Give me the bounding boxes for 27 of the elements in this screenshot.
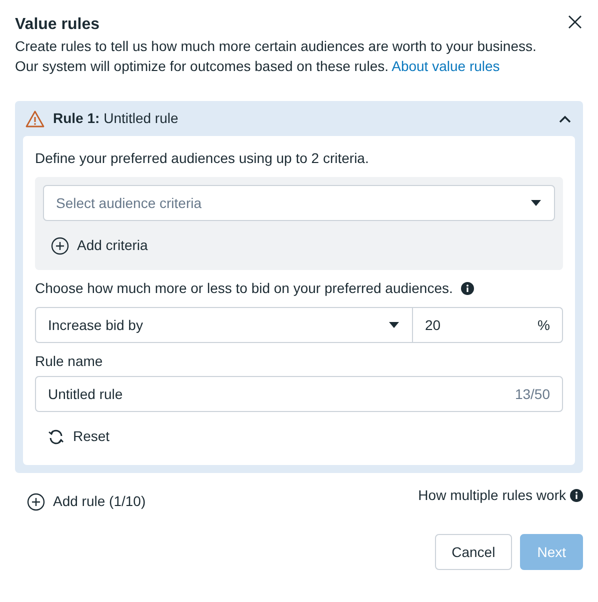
criteria-select[interactable]: Select audience criteria xyxy=(43,185,555,221)
rule-name-input[interactable]: Untitled rule 13/50 xyxy=(35,376,563,412)
criteria-label: Define your preferred audiences using up to 2 criteria. xyxy=(35,149,370,168)
info-icon xyxy=(570,489,583,502)
unit-label: % xyxy=(538,316,550,334)
character-count: 13/50 xyxy=(514,384,550,404)
close-button[interactable] xyxy=(567,14,583,30)
caret-icon xyxy=(388,321,400,329)
info-icon xyxy=(460,282,474,295)
about-link[interactable]: About value rules xyxy=(392,58,500,74)
bid-select[interactable]: Increase bid by xyxy=(35,307,413,343)
add-criteria-button[interactable]: Add criteria xyxy=(47,229,152,262)
bid-input[interactable]: 20 % xyxy=(413,307,563,343)
plus-icon xyxy=(27,492,45,510)
cancel-button[interactable]: Cancel xyxy=(434,534,512,570)
collapse-toggle[interactable] xyxy=(559,114,571,122)
help-link[interactable]: How multiple rules work xyxy=(418,485,566,506)
rule-title: Rule 1: Untitled rule xyxy=(53,109,180,128)
reset-icon xyxy=(47,428,65,446)
caret-icon xyxy=(530,199,542,207)
plus-icon xyxy=(51,236,69,254)
description: Create rules to tell us how much more certain audiences are worth to your business. Our system will optimize for outcomes based on these rules. About value rules xyxy=(15,37,538,76)
add-rule-button[interactable]: Add rule (1/10) xyxy=(23,485,150,518)
rule-name-label: Rule name xyxy=(35,352,104,371)
reset-button[interactable]: Reset xyxy=(43,420,114,453)
bid-label: Choose how much more or less to bid on your preferred audiences. xyxy=(35,279,453,298)
dialog-title: Value rules xyxy=(15,15,100,35)
